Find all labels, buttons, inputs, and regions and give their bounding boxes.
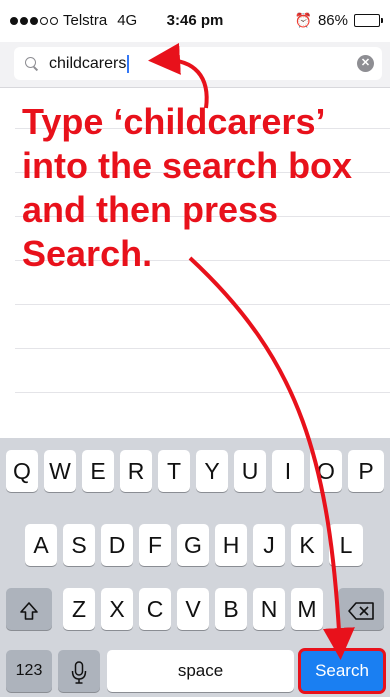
list-divider (15, 304, 390, 305)
key-r[interactable]: R (120, 450, 152, 492)
instruction-line: into the search box (22, 145, 353, 186)
battery-percent: 86% (317, 12, 348, 29)
key-o[interactable]: O (310, 450, 342, 492)
key-s[interactable]: S (63, 524, 95, 566)
numbers-key[interactable]: 123 (6, 650, 52, 692)
key-a[interactable]: A (25, 524, 57, 566)
status-bar: Telstra 4G 3:46 pm ⏰ 86% (0, 0, 390, 42)
key-t[interactable]: T (158, 450, 190, 492)
text-cursor (127, 54, 130, 73)
search-input[interactable]: childcarers ✕ (14, 47, 382, 80)
search-key[interactable]: Search (298, 648, 386, 694)
key-k[interactable]: K (291, 524, 323, 566)
status-right: ⏰ 86% (294, 12, 383, 29)
key-f[interactable]: F (139, 524, 171, 566)
clear-icon[interactable]: ✕ (357, 55, 374, 72)
key-n[interactable]: N (253, 588, 285, 630)
list-divider (15, 348, 390, 349)
key-x[interactable]: X (101, 588, 133, 630)
search-input-text: childcarers (49, 54, 127, 72)
delete-icon (347, 601, 375, 621)
key-h[interactable]: H (215, 524, 247, 566)
key-z[interactable]: Z (63, 588, 95, 630)
instruction-line: and then press (22, 189, 279, 230)
shift-icon (18, 600, 40, 622)
key-q[interactable]: Q (6, 450, 38, 492)
search-bar: childcarers ✕ (0, 42, 390, 88)
key-e[interactable]: E (82, 450, 114, 492)
key-j[interactable]: J (253, 524, 285, 566)
search-icon (24, 56, 40, 72)
space-key[interactable]: space (107, 650, 294, 692)
battery-icon (354, 14, 383, 27)
key-g[interactable]: G (177, 524, 209, 566)
instruction-line: Search. (22, 233, 153, 274)
key-c[interactable]: C (139, 588, 171, 630)
microphone-icon (71, 661, 87, 685)
key-m[interactable]: M (291, 588, 323, 630)
shift-key[interactable] (6, 588, 52, 630)
list-divider (15, 392, 390, 393)
keyboard: Q W E R T Y U I O P A S D F G H J K L Z … (0, 438, 390, 697)
key-u[interactable]: U (234, 450, 266, 492)
key-y[interactable]: Y (196, 450, 228, 492)
key-i[interactable]: I (272, 450, 304, 492)
key-v[interactable]: V (177, 588, 209, 630)
key-p[interactable]: P (348, 450, 384, 492)
dictation-key[interactable] (58, 650, 100, 692)
delete-key[interactable] (338, 588, 384, 630)
alarm-icon: ⏰ (294, 12, 312, 28)
instruction-annotation: Type ‘childcarers’ into the search box a… (22, 100, 382, 276)
key-w[interactable]: W (44, 450, 76, 492)
instruction-line: Type ‘childcarers’ (22, 101, 326, 142)
key-d[interactable]: D (101, 524, 133, 566)
key-l[interactable]: L (329, 524, 363, 566)
key-b[interactable]: B (215, 588, 247, 630)
